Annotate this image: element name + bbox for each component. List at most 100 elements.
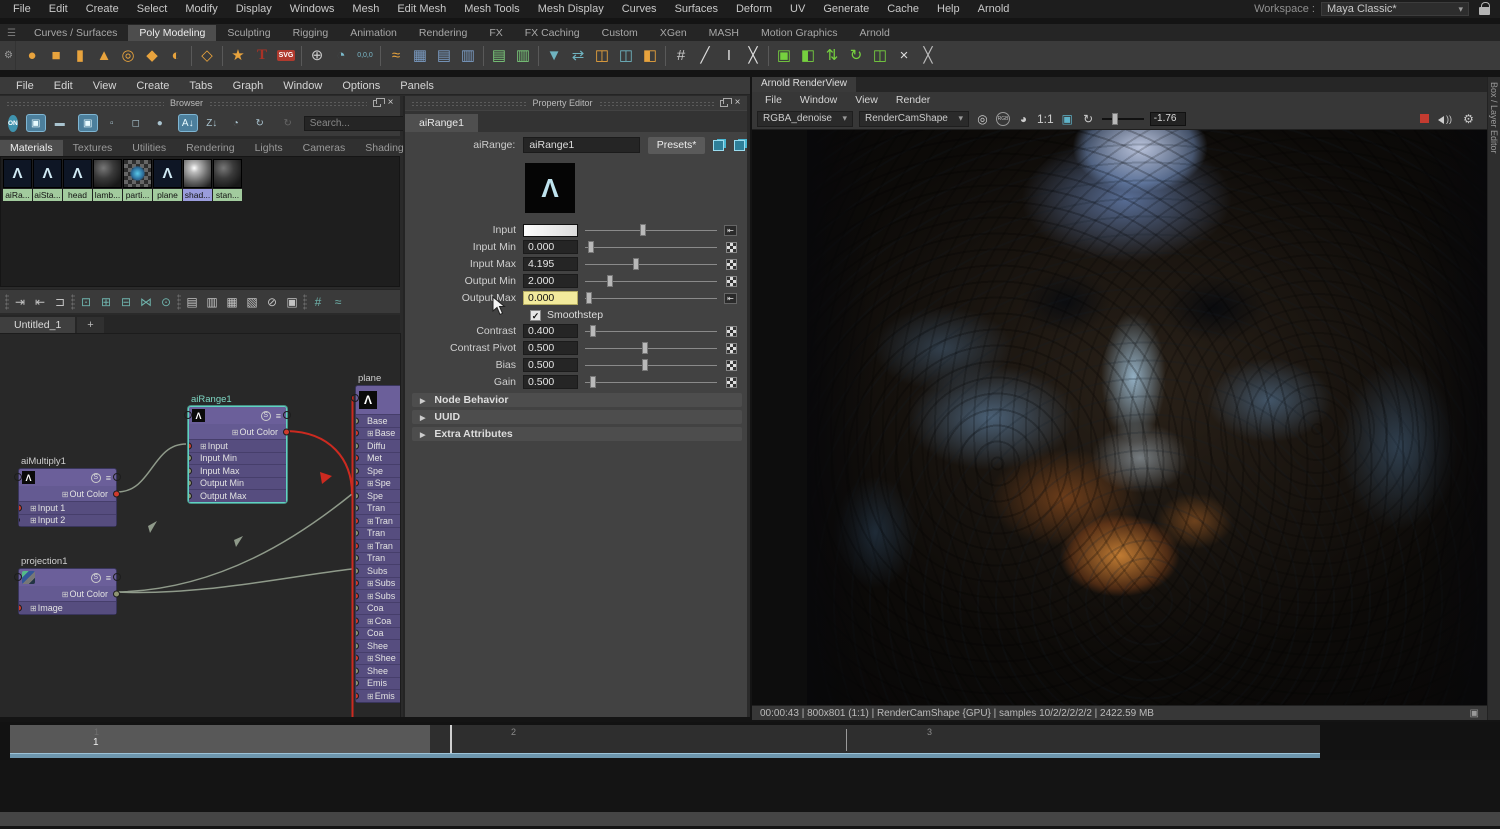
- current-time-marker[interactable]: [450, 725, 452, 753]
- measure-distance-icon[interactable]: ⊕: [305, 44, 329, 68]
- material-swatch-selected[interactable]: shad...: [183, 159, 212, 201]
- node-header[interactable]: [19, 569, 116, 586]
- node-input-row[interactable]: Met: [356, 452, 401, 465]
- platonic-solid-icon[interactable]: ◇: [195, 44, 219, 68]
- close-icon[interactable]: [732, 98, 743, 108]
- node-input-row[interactable]: Output Min: [189, 477, 286, 490]
- node-header[interactable]: [19, 469, 116, 486]
- material-swatch[interactable]: parti...: [123, 159, 152, 201]
- graph-selected-icon[interactable]: ⊡: [77, 293, 95, 311]
- swatch-bar-toggle[interactable]: ▬: [50, 114, 70, 132]
- type-tool-icon[interactable]: T: [250, 44, 274, 68]
- tab-airange1[interactable]: aiRange1: [405, 114, 478, 132]
- input-port[interactable]: [189, 442, 192, 449]
- material-preview-thumbnail[interactable]: [525, 163, 575, 213]
- input-port[interactable]: [356, 467, 359, 474]
- menu-file[interactable]: File: [4, 3, 40, 15]
- hs-menu-file[interactable]: File: [6, 80, 44, 92]
- node-input-row[interactable]: Coa: [356, 602, 401, 615]
- rearrange-graph-icon[interactable]: ⋈: [137, 293, 155, 311]
- hs-menu-window[interactable]: Window: [273, 80, 332, 92]
- swatch-render-on-button[interactable]: ON: [8, 115, 18, 132]
- map-button-icon[interactable]: [726, 242, 737, 253]
- shelf-tab-sculpting[interactable]: Sculpting: [216, 25, 281, 41]
- contrast-pivot-field[interactable]: 0.500: [523, 341, 578, 355]
- input-port[interactable]: [356, 492, 359, 499]
- node-input-row[interactable]: Coa: [356, 627, 401, 640]
- open-window-icon[interactable]: [734, 139, 747, 151]
- shelf-tab-curves-surfaces[interactable]: Curves / Surfaces: [23, 25, 128, 41]
- close-icon[interactable]: [385, 98, 396, 108]
- contrast-pivot-slider[interactable]: [585, 341, 717, 355]
- gain-slider[interactable]: [585, 375, 717, 389]
- rgb-channels-icon[interactable]: RGB: [996, 112, 1010, 126]
- remove-nodes-icon[interactable]: ⊟: [117, 293, 135, 311]
- expand-icon[interactable]: [367, 541, 375, 551]
- playback-highlight-block[interactable]: [10, 725, 430, 753]
- material-swatch[interactable]: head: [63, 159, 92, 201]
- node-input-row[interactable]: Subs: [356, 589, 401, 602]
- crease-sets-icon[interactable]: ▥: [511, 44, 535, 68]
- float-panel-icon[interactable]: [373, 100, 381, 107]
- node-input-row[interactable]: Output Max: [189, 489, 286, 502]
- input-port[interactable]: [189, 467, 192, 474]
- node-port[interactable]: [283, 411, 291, 419]
- menu-uv[interactable]: UV: [781, 3, 814, 15]
- node-graph-canvas[interactable]: aiMultiply1 Out Color Input 1 Input 2: [0, 333, 401, 717]
- zoom-ratio-label[interactable]: 1:1: [1037, 112, 1054, 126]
- rv-menu-window[interactable]: Window: [791, 94, 846, 106]
- section-extra-attributes[interactable]: Extra Attributes: [412, 427, 742, 441]
- node-input-row[interactable]: Shee: [356, 664, 401, 677]
- node-port[interactable]: [113, 473, 121, 481]
- exposure-slider[interactable]: [1102, 112, 1144, 126]
- rv-menu-file[interactable]: File: [756, 94, 791, 106]
- node-input-row[interactable]: Base: [356, 427, 401, 440]
- input-min-field[interactable]: 0.000: [523, 240, 578, 254]
- toggle-create-bar-icon[interactable]: ⇥: [11, 293, 29, 311]
- slider-handle[interactable]: [607, 275, 613, 287]
- menu-cache[interactable]: Cache: [878, 3, 928, 15]
- time-slider[interactable]: 1 2 3 1: [10, 725, 1320, 753]
- node-aimultiply1[interactable]: aiMultiply1 Out Color Input 1 Input 2: [18, 468, 117, 527]
- surface-badge-icon[interactable]: [91, 573, 101, 583]
- rv-menu-view[interactable]: View: [846, 94, 887, 106]
- input-port[interactable]: [356, 630, 359, 637]
- input-port[interactable]: [356, 617, 359, 624]
- input-slider[interactable]: [585, 223, 717, 237]
- section-uuid[interactable]: UUID: [412, 410, 742, 424]
- toolbar-grip[interactable]: [303, 294, 307, 310]
- layout-full-icon[interactable]: ▦: [223, 293, 241, 311]
- notification-sound-icon[interactable]: [1438, 114, 1452, 124]
- node-input-row[interactable]: Shee: [356, 639, 401, 652]
- expand-icon[interactable]: [62, 489, 70, 499]
- out-color-port[interactable]: [113, 490, 120, 497]
- menu-mesh[interactable]: Mesh: [343, 3, 388, 15]
- input-port[interactable]: [356, 480, 359, 487]
- contrast-field[interactable]: 0.400: [523, 324, 578, 338]
- multi-cut-icon[interactable]: ╳: [741, 44, 765, 68]
- connection-style-icon[interactable]: ≈: [329, 293, 347, 311]
- menu-select[interactable]: Select: [128, 3, 177, 15]
- add-nodes-icon[interactable]: ⊞: [97, 293, 115, 311]
- rendered-image[interactable]: [807, 130, 1487, 705]
- expand-icon[interactable]: [367, 516, 375, 526]
- node-input-row[interactable]: Subs: [356, 577, 401, 590]
- spreadsheet-icon[interactable]: ▼: [542, 44, 566, 68]
- input-port[interactable]: [356, 442, 359, 449]
- map-button-icon[interactable]: [726, 259, 737, 270]
- expand-rows-icon[interactable]: [106, 473, 111, 483]
- range-slider[interactable]: [10, 753, 1320, 758]
- node-input-row[interactable]: Coa: [356, 614, 401, 627]
- node-name-field[interactable]: aiRange1: [523, 137, 639, 153]
- expand-icon[interactable]: [30, 503, 38, 513]
- material-swatch[interactable]: plane: [153, 159, 182, 201]
- slider-handle[interactable]: [642, 342, 648, 354]
- show-in-lookdev-icon[interactable]: [713, 139, 726, 151]
- poly-disc-icon[interactable]: ◐: [164, 44, 188, 68]
- uv-grid-icon[interactable]: ▦: [408, 44, 432, 68]
- browser-panel-header[interactable]: Browser: [0, 96, 400, 110]
- input-port[interactable]: [356, 680, 359, 687]
- hs-menu-view[interactable]: View: [83, 80, 127, 92]
- svg-tool-icon[interactable]: SVG: [274, 44, 298, 68]
- graph-tab-untitled1[interactable]: Untitled_1: [0, 317, 75, 333]
